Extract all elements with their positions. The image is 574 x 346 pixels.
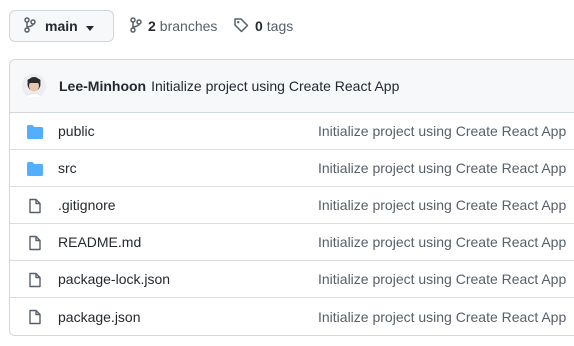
- file-commit-message[interactable]: Initialize project using Create React Ap…: [318, 197, 566, 213]
- git-branch-icon: [24, 16, 36, 36]
- tags-link[interactable]: 0 tags: [233, 10, 293, 42]
- commit-author[interactable]: Lee-Minhoon: [59, 78, 146, 94]
- file-row-readme[interactable]: README.md Initialize project using Creat…: [10, 224, 574, 261]
- branch-name: main: [45, 18, 78, 34]
- file-commit-message[interactable]: Initialize project using Create React Ap…: [318, 234, 566, 250]
- folder-icon: [26, 124, 44, 140]
- repo-toolbar: main 2 branches 0 tags: [0, 0, 574, 52]
- file-row-package[interactable]: package.json Initialize project using Cr…: [10, 298, 574, 335]
- tag-icon: [233, 17, 249, 36]
- file-row-gitignore[interactable]: .gitignore Initialize project using Crea…: [10, 187, 574, 224]
- file-list: public Initialize project using Create R…: [10, 113, 574, 335]
- file-name[interactable]: .gitignore: [58, 197, 116, 213]
- file-name[interactable]: package.json: [58, 309, 141, 325]
- file-row-src[interactable]: src Initialize project using Create Reac…: [10, 150, 574, 187]
- file-commit-message[interactable]: Initialize project using Create React Ap…: [318, 271, 566, 287]
- file-icon: [26, 272, 44, 288]
- tags-count: 0: [255, 18, 263, 34]
- file-name[interactable]: public: [58, 123, 95, 139]
- git-branch-icon: [130, 16, 142, 36]
- file-name[interactable]: package-lock.json: [58, 271, 170, 287]
- avatar[interactable]: [22, 74, 46, 98]
- file-browser: Lee-Minhoon Initialize project using Cre…: [9, 59, 574, 336]
- commit-message[interactable]: Initialize project using Create React Ap…: [151, 78, 399, 94]
- file-commit-message[interactable]: Initialize project using Create React Ap…: [318, 160, 566, 176]
- file-commit-message[interactable]: Initialize project using Create React Ap…: [318, 309, 566, 325]
- file-icon: [26, 235, 44, 251]
- file-commit-message[interactable]: Initialize project using Create React Ap…: [318, 123, 566, 139]
- folder-icon: [26, 161, 44, 177]
- file-icon: [26, 309, 44, 325]
- branches-count: 2: [148, 18, 156, 34]
- latest-commit-bar: Lee-Minhoon Initialize project using Cre…: [10, 60, 574, 113]
- branch-select-button[interactable]: main: [9, 10, 114, 42]
- file-name[interactable]: README.md: [58, 234, 141, 250]
- file-row-package-lock[interactable]: package-lock.json Initialize project usi…: [10, 261, 574, 298]
- caret-down-icon: [85, 18, 94, 34]
- tags-label: tags: [266, 18, 294, 34]
- file-row-public[interactable]: public Initialize project using Create R…: [10, 113, 574, 150]
- branches-label: branches: [159, 18, 218, 34]
- branches-link[interactable]: 2 branches: [130, 10, 217, 42]
- file-icon: [26, 198, 44, 214]
- file-name[interactable]: src: [58, 160, 77, 176]
